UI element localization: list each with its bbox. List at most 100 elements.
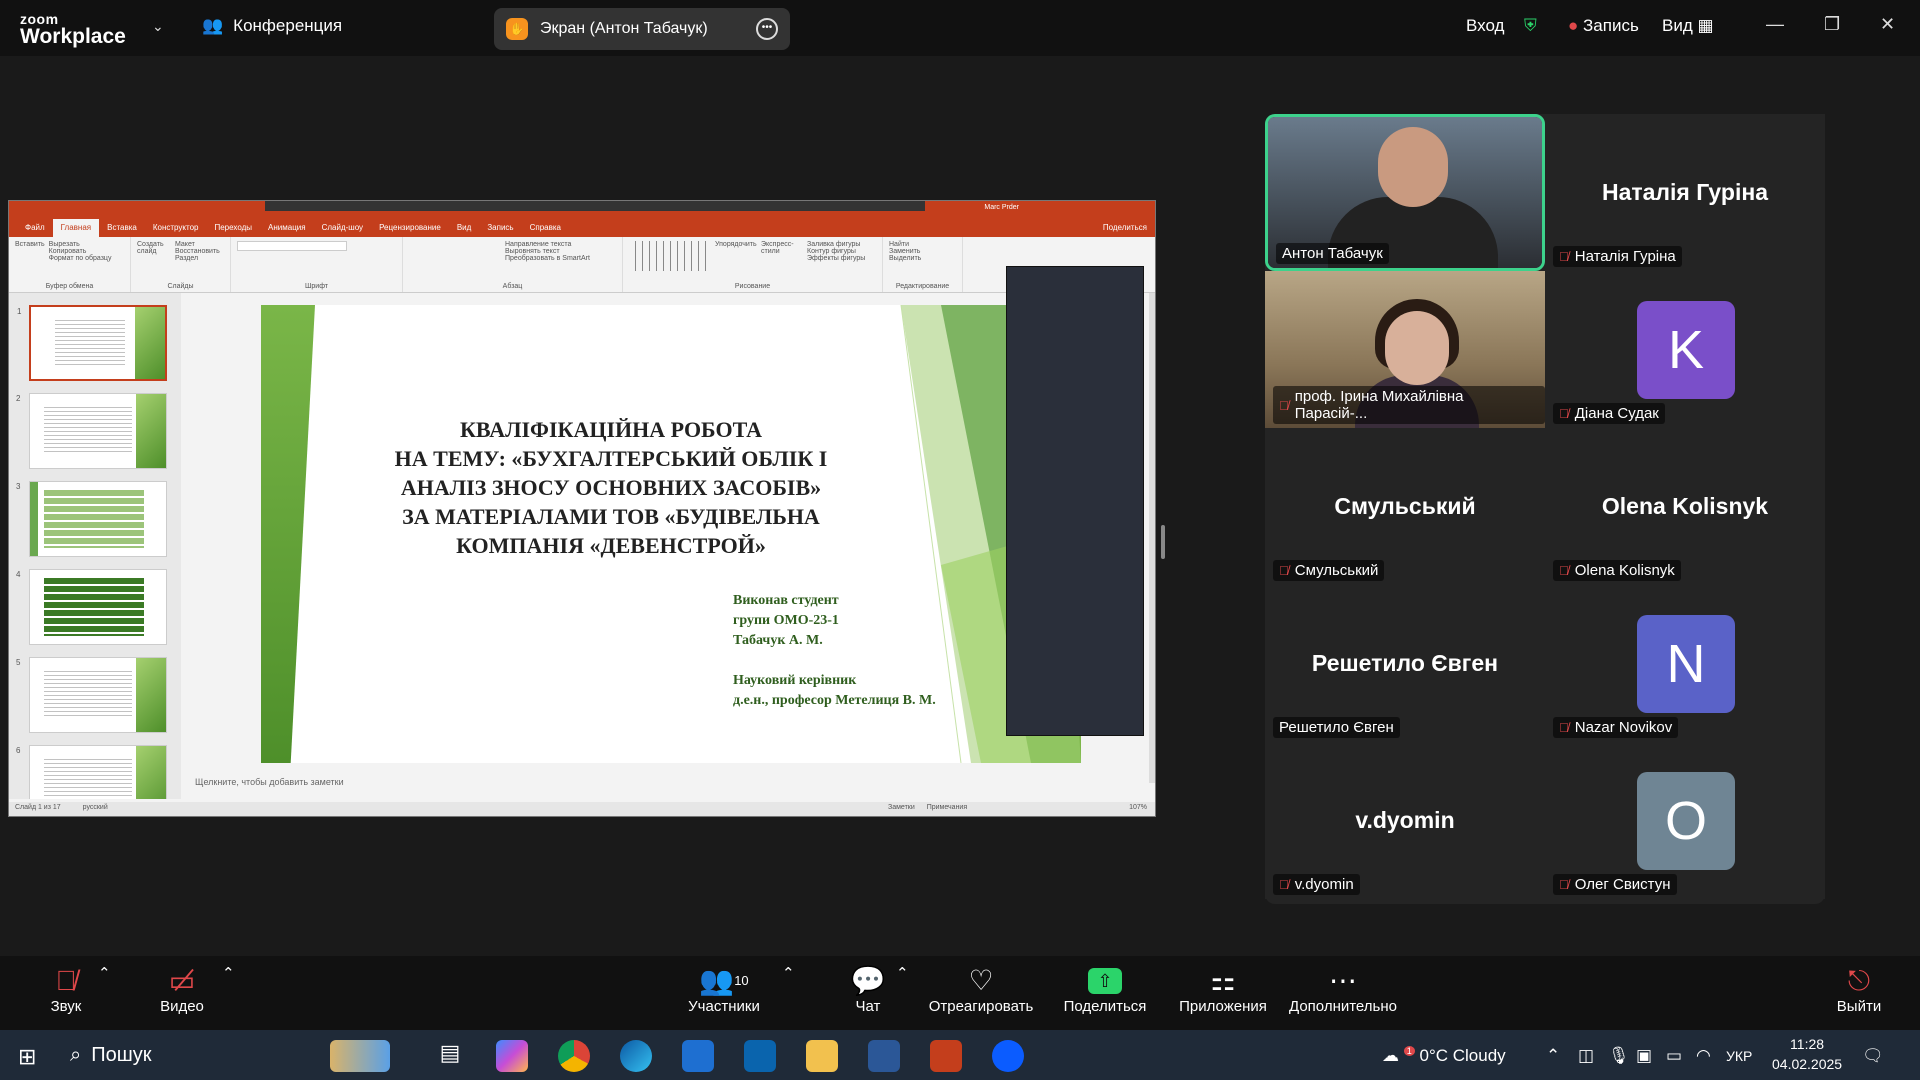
participants-button[interactable]: 👥10 Участники bbox=[686, 964, 762, 1015]
participant-tile[interactable]: v.dyomin 🎙̸ v.dyomin bbox=[1265, 742, 1545, 899]
signin-button[interactable]: Вход bbox=[1466, 16, 1504, 36]
slide-thumbnail[interactable]: 2 bbox=[16, 393, 167, 469]
participant-tile[interactable]: Антон Табачук bbox=[1265, 114, 1545, 271]
notes-placeholder[interactable]: Щелкните, чтобы добавить заметки bbox=[195, 777, 344, 787]
reset-button[interactable]: Восстановить bbox=[175, 248, 220, 255]
restore-icon[interactable]: ❐ bbox=[1824, 14, 1840, 35]
ppt-tab-design[interactable]: Конструктор bbox=[145, 219, 207, 237]
windows-start-icon[interactable]: ⊞ bbox=[18, 1044, 36, 1070]
ppt-tab-home[interactable]: Главная bbox=[52, 219, 100, 237]
audio-options-caret[interactable]: ⌃ bbox=[98, 964, 111, 982]
view-button[interactable]: Вид ▦ bbox=[1662, 16, 1714, 36]
find-button[interactable]: Найти bbox=[889, 241, 956, 248]
splitter-handle[interactable] bbox=[1161, 525, 1165, 559]
current-slide[interactable]: КВАЛІФІКАЦІЙНА РОБОТА НА ТЕМУ: «БУХГАЛТЕ… bbox=[261, 305, 1081, 763]
react-button[interactable]: ♡ Отреагировать bbox=[926, 964, 1036, 1015]
language-indicator[interactable]: русский bbox=[83, 804, 108, 811]
language-indicator[interactable]: УКР bbox=[1726, 1048, 1752, 1064]
shape-fill-button[interactable]: Заливка фигуры bbox=[807, 241, 865, 248]
store-icon[interactable] bbox=[682, 1040, 714, 1072]
new-slide-button[interactable]: Создать слайд bbox=[137, 241, 171, 262]
ppt-tab-record[interactable]: Запись bbox=[479, 219, 521, 237]
screen-share-indicator[interactable]: ✋ Экран (Антон Табачук) ••• bbox=[494, 8, 790, 50]
ppt-tab-transitions[interactable]: Переходы bbox=[206, 219, 260, 237]
slide-thumbnail[interactable]: 6 bbox=[16, 745, 167, 799]
section-button[interactable]: Раздел bbox=[175, 255, 220, 262]
more-icon[interactable]: ••• bbox=[756, 18, 778, 40]
shield-icon[interactable]: ⛨ bbox=[1524, 16, 1537, 36]
align-text-button[interactable]: Выровнять текст bbox=[505, 248, 616, 255]
slide-scrollbar[interactable] bbox=[1149, 293, 1155, 783]
participant-tile[interactable]: Olena Kolisnyk 🎙̸ Olena Kolisnyk bbox=[1545, 428, 1825, 585]
select-button[interactable]: Выделить bbox=[889, 255, 956, 262]
participant-tile[interactable]: O 🎙̸ Олег Свистун bbox=[1545, 742, 1825, 899]
zoom-level[interactable]: 107% bbox=[1129, 804, 1147, 811]
participant-tile[interactable]: Смульський 🎙̸ Смульський bbox=[1265, 428, 1545, 585]
weather-widget[interactable]: ☁ 1 0°C Cloudy bbox=[1382, 1046, 1506, 1066]
ppt-tab-review[interactable]: Рецензирование bbox=[371, 219, 449, 237]
share-screen-button[interactable]: ⇧ Поделиться bbox=[1060, 964, 1150, 1015]
format-painter-button[interactable]: Формат по образцу bbox=[49, 255, 112, 262]
shapes-gallery[interactable] bbox=[629, 241, 709, 271]
camera-icon[interactable]: ◫ bbox=[1578, 1046, 1594, 1066]
comments-button[interactable]: Примечания bbox=[927, 804, 967, 811]
ppt-tab-view[interactable]: Вид bbox=[449, 219, 479, 237]
task-view-icon[interactable]: ▤ bbox=[434, 1040, 466, 1072]
more-button[interactable]: ⋯ Дополнительно bbox=[1286, 964, 1400, 1015]
smartart-button[interactable]: Преобразовать в SmartArt bbox=[505, 255, 616, 262]
slide-thumbnail[interactable]: 1 bbox=[17, 305, 167, 381]
participant-tile[interactable]: 🎙̸ проф. Ірина Михайлівна Парасій-... bbox=[1265, 271, 1545, 428]
minimize-icon[interactable]: — bbox=[1766, 14, 1784, 35]
ppt-share-button[interactable]: Поделиться bbox=[1095, 219, 1155, 237]
participant-tile[interactable]: N 🎙̸ Nazar Novikov bbox=[1545, 585, 1825, 742]
ppt-tab-insert[interactable]: Вставка bbox=[99, 219, 145, 237]
ppt-tab-file[interactable]: Файл bbox=[17, 219, 53, 237]
apps-button[interactable]: ⚏ Приложения bbox=[1176, 964, 1270, 1015]
quick-styles-button[interactable]: Экспресс-стили bbox=[761, 241, 801, 271]
participant-tile[interactable]: Решетило Євген Решетило Євген bbox=[1265, 585, 1545, 742]
tray-chevron-up-icon[interactable]: ⌃ bbox=[1546, 1046, 1560, 1066]
arrange-button[interactable]: Упорядочить bbox=[715, 241, 757, 271]
notes-button[interactable]: Заметки bbox=[888, 804, 915, 811]
close-icon[interactable]: ✕ bbox=[1880, 14, 1895, 35]
zoom-taskbar-icon[interactable] bbox=[992, 1040, 1024, 1072]
ppt-tab-animation[interactable]: Анимация bbox=[260, 219, 314, 237]
text-direction-button[interactable]: Направление текста bbox=[505, 241, 616, 248]
battery-icon[interactable]: ▭ bbox=[1666, 1046, 1682, 1066]
chat-options-caret[interactable]: ⌃ bbox=[896, 964, 909, 982]
mic-icon[interactable]: 🎙 bbox=[1608, 1046, 1630, 1066]
shape-effects-button[interactable]: Эффекты фигуры bbox=[807, 255, 865, 262]
search-highlight-icon[interactable] bbox=[330, 1040, 390, 1072]
font-name-field[interactable] bbox=[237, 241, 347, 251]
powerpoint-icon[interactable] bbox=[930, 1040, 962, 1072]
edge-icon[interactable] bbox=[620, 1040, 652, 1072]
video-options-caret[interactable]: ⌃ bbox=[222, 964, 235, 982]
screen-share-tray-icon[interactable]: ▣ bbox=[1636, 1046, 1652, 1066]
participant-tile[interactable]: K 🎙̸ Діана Судак bbox=[1545, 271, 1825, 428]
copilot-icon[interactable] bbox=[496, 1040, 528, 1072]
slide-thumbnail[interactable]: 4 bbox=[16, 569, 167, 645]
ppt-tab-slideshow[interactable]: Слайд-шоу bbox=[314, 219, 371, 237]
slide-thumbnail[interactable]: 3 bbox=[16, 481, 167, 557]
word-icon[interactable] bbox=[868, 1040, 900, 1072]
meeting-info-button[interactable]: 👥 Конференция bbox=[202, 16, 342, 36]
participant-tile[interactable]: Наталія Гуріна 🎙̸ Наталія Гуріна bbox=[1545, 114, 1825, 271]
copy-button[interactable]: Копировать bbox=[49, 248, 112, 255]
paste-button[interactable]: Вставить bbox=[15, 241, 45, 262]
chevron-down-icon[interactable]: ⌄ bbox=[152, 18, 164, 35]
file-explorer-icon[interactable] bbox=[806, 1040, 838, 1072]
wifi-icon[interactable]: ◠ bbox=[1696, 1046, 1711, 1066]
leave-button[interactable]: ⎋ Выйти bbox=[1836, 964, 1882, 1015]
video-button[interactable]: ▭̸ Видео bbox=[156, 964, 208, 1015]
notifications-icon[interactable]: 🗨 bbox=[1862, 1046, 1884, 1066]
taskbar-clock[interactable]: 11:28 04.02.2025 bbox=[1772, 1034, 1842, 1074]
layout-button[interactable]: Макет bbox=[175, 241, 220, 248]
record-button[interactable]: ● Запись bbox=[1568, 16, 1639, 36]
cut-button[interactable]: Вырезать bbox=[49, 241, 112, 248]
participants-options-caret[interactable]: ⌃ bbox=[782, 964, 795, 982]
audio-button[interactable]: 🎙̸ Звук bbox=[44, 964, 88, 1015]
slide-thumbnail[interactable]: 5 bbox=[16, 657, 167, 733]
replace-button[interactable]: Заменить bbox=[889, 248, 956, 255]
chrome-icon[interactable] bbox=[558, 1040, 590, 1072]
outlook-icon[interactable] bbox=[744, 1040, 776, 1072]
